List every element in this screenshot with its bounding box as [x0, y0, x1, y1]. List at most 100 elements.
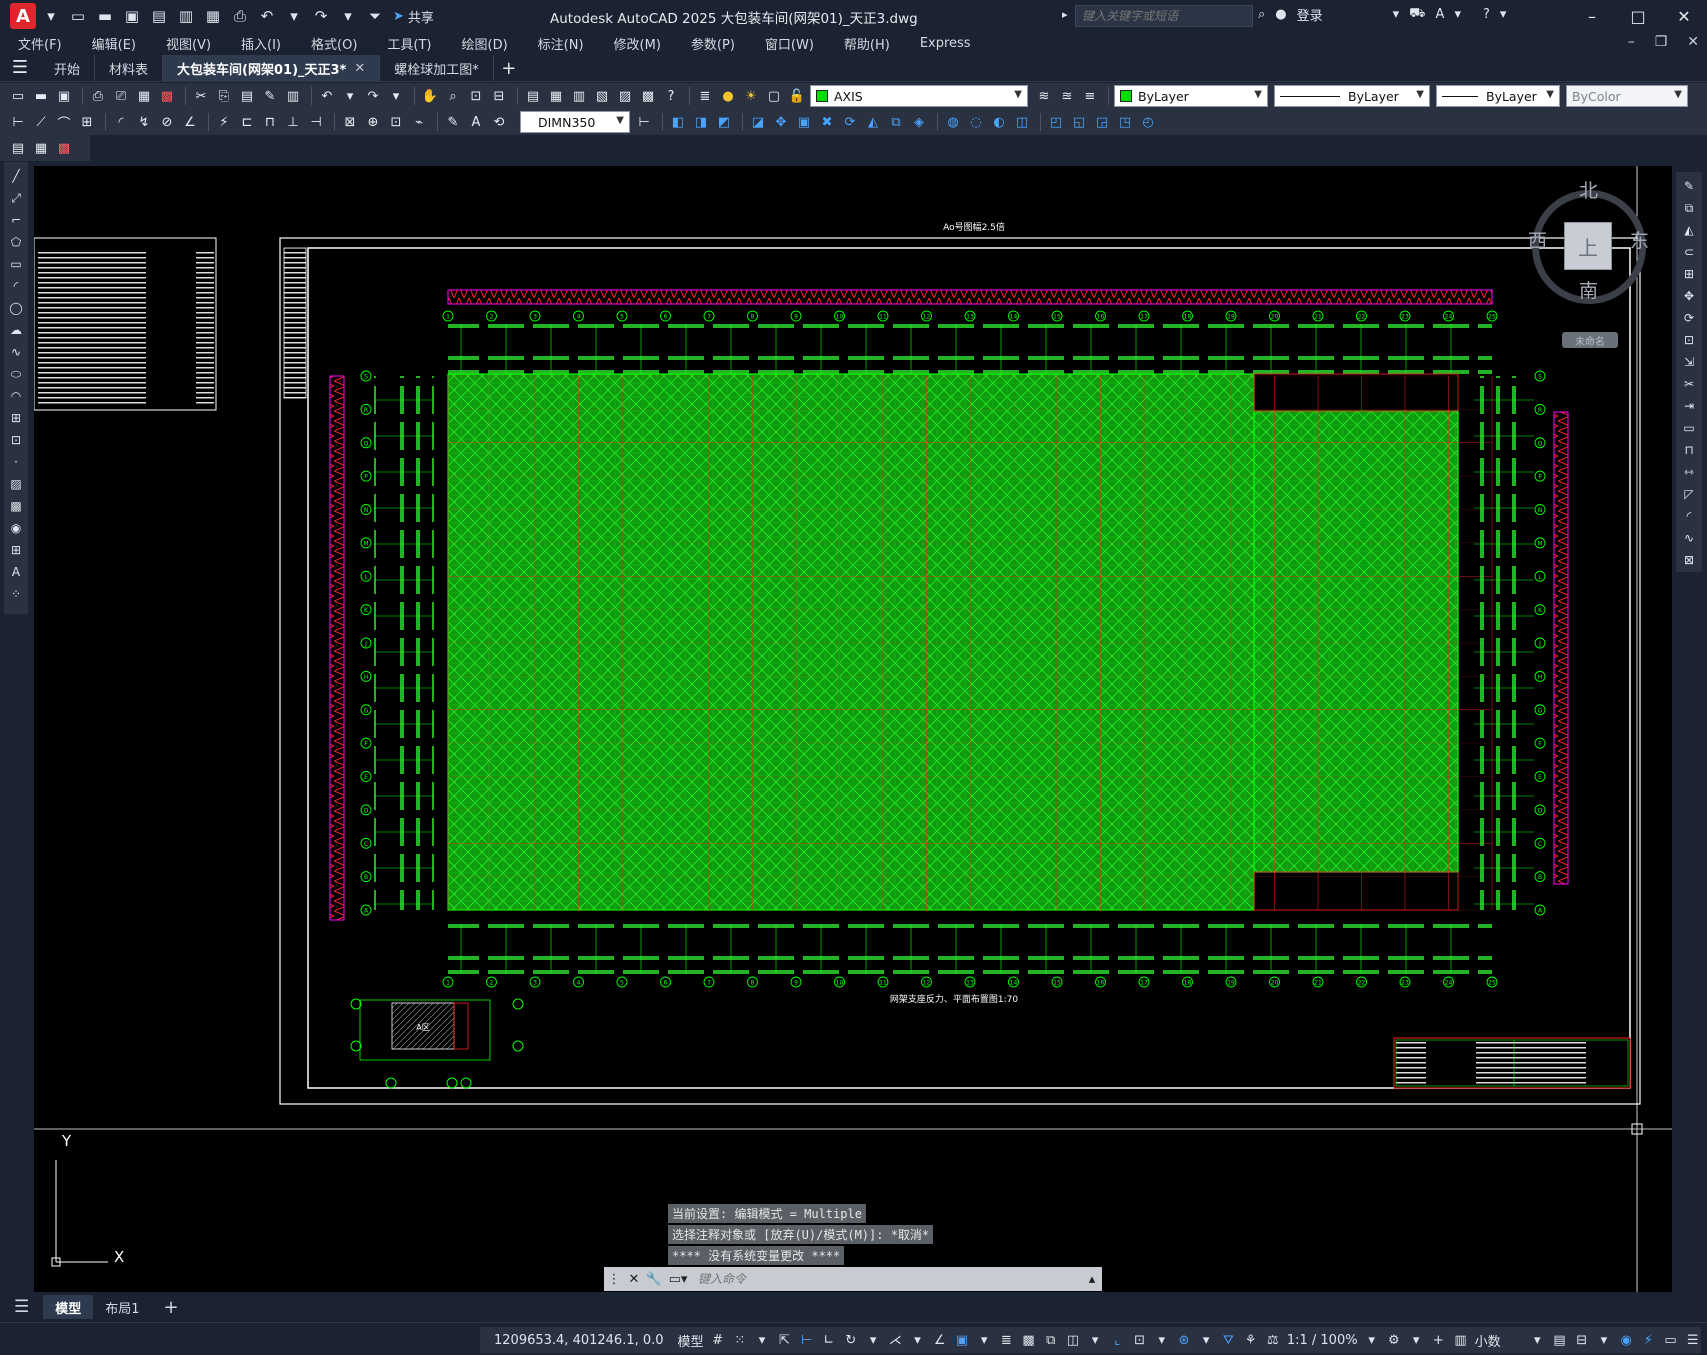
- plot-icon[interactable]: ⎙: [228, 4, 252, 28]
- units-value[interactable]: 小数: [1475, 1331, 1524, 1350]
- save-as-icon[interactable]: ▤: [147, 4, 171, 28]
- copy-icon[interactable]: ⎘: [214, 86, 234, 106]
- erase-tool-icon[interactable]: ✎: [1679, 176, 1699, 196]
- aligned-dimension-icon[interactable]: ⟋: [31, 112, 51, 132]
- match-properties-icon[interactable]: ✎: [260, 86, 280, 106]
- polygon-tool-icon[interactable]: ⬠: [6, 232, 26, 252]
- ellipse-arc-icon[interactable]: ◠: [6, 386, 26, 406]
- doc-close-button[interactable]: ✕: [1687, 34, 1699, 50]
- viewcube-top-face[interactable]: 上: [1564, 222, 1612, 270]
- annotation-scale-value[interactable]: 1:1 / 100%: [1287, 1333, 1358, 1348]
- pan-icon[interactable]: ✋: [420, 86, 440, 106]
- menu-help[interactable]: 帮助(H): [832, 34, 902, 53]
- lineweight-toggle-icon[interactable]: ≣: [998, 1330, 1014, 1350]
- help-icon[interactable]: ?: [661, 86, 681, 106]
- selection-filter-dropdown-icon[interactable]: ▾: [1154, 1330, 1170, 1350]
- union-icon[interactable]: ◧: [668, 112, 688, 132]
- command-line-grip-icon[interactable]: ⋮: [604, 1272, 624, 1287]
- compass-north[interactable]: 北: [1579, 176, 1598, 203]
- infer-constraints-icon[interactable]: ⇱: [776, 1330, 792, 1350]
- color-dropdown[interactable]: ByLayer ▼: [1114, 85, 1268, 107]
- autodesk-app-icon[interactable]: A: [1436, 7, 1445, 22]
- isolate-objects-icon[interactable]: ◉: [1618, 1330, 1634, 1350]
- menu-tools[interactable]: 工具(T): [375, 34, 443, 53]
- redo-dropdown-icon[interactable]: ▾: [336, 4, 360, 28]
- plotstyle-dropdown[interactable]: ByColor ▼: [1566, 85, 1688, 107]
- tool-palettes-icon[interactable]: ▥: [569, 86, 589, 106]
- file-tabs-menu-icon[interactable]: ☰: [0, 53, 40, 81]
- customization-icon[interactable]: ☰: [1685, 1330, 1701, 1350]
- isometric-drafting-icon[interactable]: ⋌: [887, 1330, 903, 1350]
- redo-dropdown-icon[interactable]: ▾: [386, 86, 406, 106]
- paste-icon[interactable]: ▤: [237, 86, 257, 106]
- auto-scale-icon[interactable]: ⚘: [1242, 1330, 1258, 1350]
- polyline-tool-icon[interactable]: ⌐: [6, 210, 26, 230]
- dimension-space-icon[interactable]: ⊥: [283, 112, 303, 132]
- dimension-break-icon[interactable]: ⊣: [306, 112, 326, 132]
- scale-tool-icon[interactable]: ⊡: [1679, 330, 1699, 350]
- lineweight-dropdown[interactable]: ByLayer ▼: [1436, 85, 1560, 107]
- share-button[interactable]: ➤ 共享: [393, 7, 434, 26]
- drawing-canvas[interactable]: Ao号图幅2.5倍 1 2 3 4 5 6 7 8 9 10 11 12 13 14 15 16 17 18 19 2…: [34, 166, 1672, 1292]
- continue-dimension-icon[interactable]: ⊓: [260, 112, 280, 132]
- layout-tab-model[interactable]: 模型: [43, 1295, 94, 1319]
- trim-tool-icon[interactable]: ✂: [1679, 374, 1699, 394]
- point-tool-icon[interactable]: ·: [6, 452, 26, 472]
- help-icon[interactable]: ?: [1483, 7, 1490, 22]
- inspection-icon[interactable]: ⊡: [386, 112, 406, 132]
- circle-tool-icon[interactable]: ◯: [6, 298, 26, 318]
- layout-menu-icon[interactable]: ☰: [0, 1295, 43, 1319]
- menu-edit[interactable]: 编辑(E): [80, 34, 148, 53]
- workspace-switch-icon[interactable]: ⚙: [1386, 1330, 1402, 1350]
- menu-draw[interactable]: 绘图(D): [450, 34, 520, 53]
- layer-previous-icon[interactable]: ≊: [1057, 86, 1077, 106]
- search-expand-icon[interactable]: ▸: [1062, 8, 1068, 21]
- menu-dimension[interactable]: 标注(N): [526, 34, 596, 53]
- imprint-icon[interactable]: ◍: [943, 112, 963, 132]
- baseline-dimension-icon[interactable]: ⊏: [237, 112, 257, 132]
- undo-dropdown-icon[interactable]: ▾: [340, 86, 360, 106]
- tab-close-icon[interactable]: ✕: [354, 61, 365, 76]
- login-dropdown-icon[interactable]: ▾: [1393, 7, 1400, 22]
- annotation-scale-icon[interactable]: ⚖: [1265, 1330, 1281, 1350]
- new-tab-button[interactable]: +: [494, 55, 524, 81]
- wcs-menu[interactable]: 未命名: [1562, 332, 1618, 348]
- open-file-icon[interactable]: ▬: [93, 4, 117, 28]
- 3d-osnap-dropdown-icon[interactable]: ▾: [1087, 1330, 1103, 1350]
- redo-icon[interactable]: ↷: [363, 86, 383, 106]
- make-block-icon[interactable]: ⊡: [6, 430, 26, 450]
- table-tool-icon[interactable]: ⊞: [6, 540, 26, 560]
- diameter-dimension-icon[interactable]: ⊘: [157, 112, 177, 132]
- zoom-window-icon[interactable]: ⊡: [466, 86, 486, 106]
- angular-dimension-icon[interactable]: ∠: [180, 112, 200, 132]
- center-mark-icon[interactable]: ⊕: [363, 112, 383, 132]
- 3d-print-icon[interactable]: ▩: [157, 86, 177, 106]
- point-cloud-icon[interactable]: ▤: [8, 138, 28, 158]
- copy-tool-icon[interactable]: ⧉: [1679, 198, 1699, 218]
- undo-icon[interactable]: ↶: [255, 4, 279, 28]
- move-faces-icon[interactable]: ✥: [771, 112, 791, 132]
- insert-block-icon[interactable]: ⊞: [6, 408, 26, 428]
- menu-insert[interactable]: 插入(I): [229, 34, 293, 53]
- dimension-style-dropdown[interactable]: DIMN350 ▼: [520, 111, 630, 133]
- stretch-tool-icon[interactable]: ⇲: [1679, 352, 1699, 372]
- blend-curves-icon[interactable]: ∿: [1679, 528, 1699, 548]
- minimize-button[interactable]: –: [1569, 0, 1615, 32]
- join-tool-icon[interactable]: ⇿: [1679, 462, 1699, 482]
- markup-set-icon[interactable]: ▩: [54, 138, 74, 158]
- undo-icon[interactable]: ↶: [317, 86, 337, 106]
- close-command-line-icon[interactable]: ✕: [624, 1272, 644, 1287]
- isometric-dropdown-icon[interactable]: ▾: [909, 1330, 925, 1350]
- annotation-monitor-icon[interactable]: +: [1430, 1330, 1446, 1350]
- menu-file[interactable]: 文件(F): [6, 34, 74, 53]
- spline-tool-icon[interactable]: ∿: [6, 342, 26, 362]
- add-selected-icon[interactable]: ⁘: [6, 584, 26, 604]
- extrude-faces-icon[interactable]: ◪: [748, 112, 768, 132]
- explode-tool-icon[interactable]: ⊠: [1679, 550, 1699, 570]
- jogged-dimension-icon[interactable]: ↯: [134, 112, 154, 132]
- scale-dropdown-icon[interactable]: ▾: [1364, 1330, 1380, 1350]
- tab-start[interactable]: 开始: [40, 55, 96, 81]
- dimension-edit-icon[interactable]: ✎: [443, 112, 463, 132]
- object-snap-dropdown-icon[interactable]: ▾: [976, 1330, 992, 1350]
- compass-east[interactable]: 东: [1630, 226, 1649, 253]
